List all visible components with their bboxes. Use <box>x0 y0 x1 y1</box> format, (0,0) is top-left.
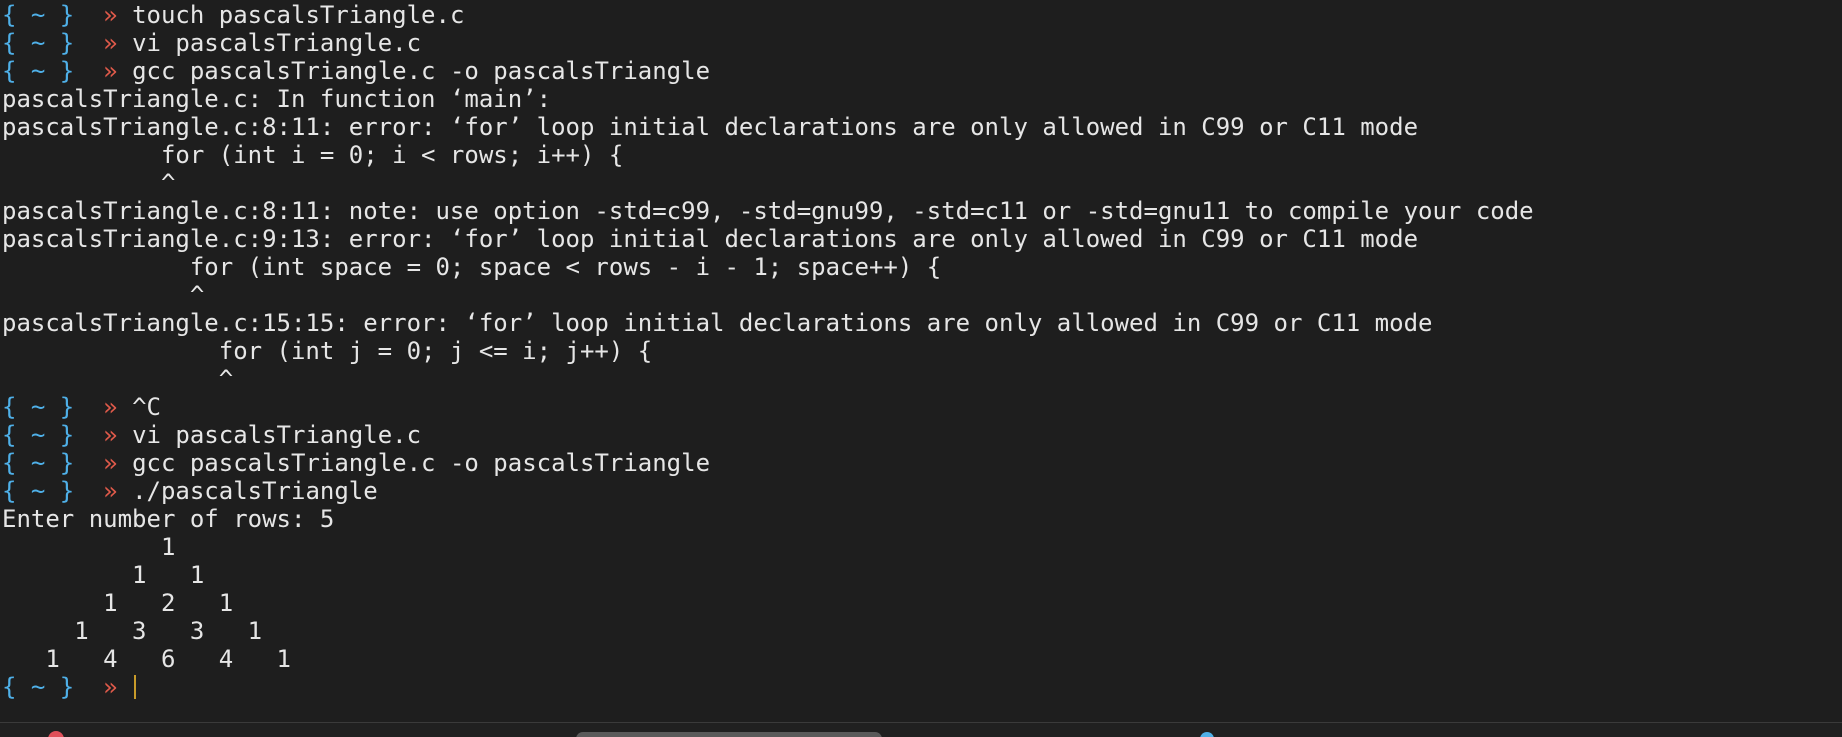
output-line: for (int space = 0; space < rows - i - 1… <box>2 253 942 281</box>
prompt-line: { ~ } » vi pascalsTriangle.c <box>2 421 1534 449</box>
text-cursor[interactable] <box>134 675 137 699</box>
prompt-directory: { ~ } <box>2 1 75 29</box>
prompt-arrow: » <box>103 57 118 85</box>
prompt-directory: { ~ } <box>2 421 75 449</box>
command-text: vi pascalsTriangle.c <box>132 29 422 57</box>
output-line: ^ <box>2 281 205 309</box>
output-line: for (int j = 0; j <= i; j++) { <box>2 337 653 365</box>
prompt-line: { ~ } » <box>2 673 1534 701</box>
prompt-arrow: » <box>103 449 118 477</box>
taskbar-pill[interactable] <box>576 732 882 737</box>
prompt-directory: { ~ } <box>2 477 75 505</box>
taskbar <box>0 722 1842 737</box>
command-text: gcc pascalsTriangle.c -o pascalsTriangle <box>132 57 711 85</box>
app-icon[interactable] <box>1200 732 1214 737</box>
prompt-arrow: » <box>103 1 118 29</box>
prompt-directory: { ~ } <box>2 393 75 421</box>
output-line: pascalsTriangle.c:9:13: error: ‘for’ loo… <box>2 225 1419 253</box>
prompt-directory: { ~ } <box>2 57 75 85</box>
command-text: ./pascalsTriangle <box>132 477 378 505</box>
command-text: ^C <box>132 393 161 421</box>
prompt-directory: { ~ } <box>2 29 75 57</box>
output-line: ^ <box>2 365 234 393</box>
prompt-line: { ~ } » vi pascalsTriangle.c <box>2 29 1534 57</box>
app-icon[interactable] <box>48 731 64 737</box>
prompt-directory: { ~ } <box>2 673 75 701</box>
prompt-line: { ~ } » ./pascalsTriangle <box>2 477 1534 505</box>
command-text: touch pascalsTriangle.c <box>132 1 465 29</box>
output-line: 1 4 6 4 1 <box>2 645 291 673</box>
output-line: Enter number of rows: 5 <box>2 505 335 533</box>
prompt-arrow: » <box>103 421 118 449</box>
prompt-line: { ~ } » touch pascalsTriangle.c <box>2 1 1534 29</box>
output-line: 1 1 <box>2 561 205 589</box>
output-line: for (int i = 0; i < rows; i++) { <box>2 141 624 169</box>
prompt-line: { ~ } » gcc pascalsTriangle.c -o pascals… <box>2 57 1534 85</box>
prompt-line: { ~ } » gcc pascalsTriangle.c -o pascals… <box>2 449 1534 477</box>
prompt-line: { ~ } » ^C <box>2 393 1534 421</box>
command-text: gcc pascalsTriangle.c -o pascalsTriangle <box>132 449 711 477</box>
command-text: vi pascalsTriangle.c <box>132 421 422 449</box>
output-line: pascalsTriangle.c: In function ‘main’: <box>2 85 552 113</box>
output-line: pascalsTriangle.c:8:11: note: use option… <box>2 197 1534 225</box>
output-line: 1 <box>2 533 176 561</box>
prompt-arrow: » <box>103 29 118 57</box>
output-line: pascalsTriangle.c:15:15: error: ‘for’ lo… <box>2 309 1433 337</box>
output-line: ^ <box>2 169 176 197</box>
terminal-output: { ~ } » touch pascalsTriangle.c{ ~ } » v… <box>2 1 1534 701</box>
prompt-arrow: » <box>103 673 118 701</box>
prompt-arrow: » <box>103 393 118 421</box>
terminal-window[interactable]: { ~ } » touch pascalsTriangle.c{ ~ } » v… <box>0 0 1842 722</box>
output-line: 1 3 3 1 <box>2 617 263 645</box>
output-line: pascalsTriangle.c:8:11: error: ‘for’ loo… <box>2 113 1419 141</box>
prompt-directory: { ~ } <box>2 449 75 477</box>
output-line: 1 2 1 <box>2 589 234 617</box>
prompt-arrow: » <box>103 477 118 505</box>
